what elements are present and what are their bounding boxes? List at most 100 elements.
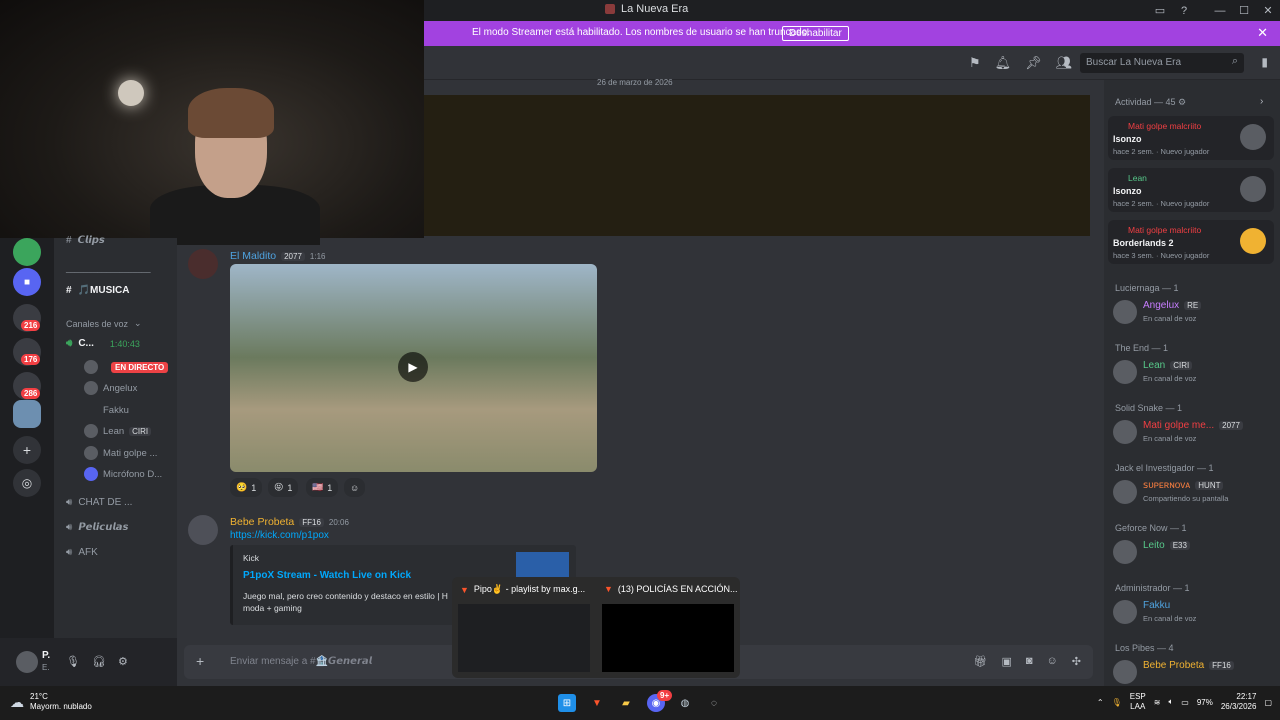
clock[interactable]: 22:17 26/3/2026 bbox=[1221, 692, 1257, 712]
notification-icon[interactable]: ▢ bbox=[1264, 698, 1272, 707]
server-icon-blue[interactable]: ■ bbox=[13, 268, 41, 296]
member-item[interactable]: Fakku En canal de voz bbox=[1113, 598, 1275, 628]
member-item[interactable]: ꜱᴜᴘᴇʀɴᴏᴠᴀ HUNT Compartiendo su pantalla bbox=[1113, 478, 1275, 508]
system-tray: ⌃ 🎙︎ ESP LAA ≋ 🔈︎ ▭ 97% 22:17 26/3/2026 ▢ bbox=[1096, 692, 1272, 712]
app-icon[interactable]: ◌ bbox=[705, 694, 723, 712]
inbox-icon[interactable]: ▮ bbox=[1261, 55, 1268, 69]
gift-icon[interactable]: 🎁︎ bbox=[974, 655, 988, 668]
add-reaction-button[interactable]: ☺ bbox=[344, 478, 366, 497]
folder-icon[interactable]: ▰ bbox=[617, 694, 635, 712]
close-icon[interactable]: ✕ bbox=[1257, 25, 1268, 41]
avatar[interactable] bbox=[16, 651, 38, 673]
voice-channel-peliculas[interactable]: 🔊︎ 𝙋𝙚𝙡𝙞𝙘𝙪𝙡𝙖𝙨 bbox=[66, 522, 128, 533]
language-indicator[interactable]: ESP LAA bbox=[1130, 692, 1146, 712]
avatar[interactable] bbox=[188, 515, 218, 545]
bell-icon[interactable]: 🔔︎ bbox=[995, 55, 1012, 71]
channel-clips[interactable]: # 𝘾𝙡𝙞𝙥𝙨 bbox=[66, 235, 105, 246]
member-item[interactable]: Mati golpe me... 2077 En canal de voz bbox=[1113, 418, 1275, 448]
voice-user[interactable]: Lean CIRI bbox=[84, 424, 152, 438]
embed-title[interactable]: P1poX Stream - Watch Live on Kick bbox=[243, 570, 411, 581]
weather-widget[interactable]: ☁ 21°C Mayorm. nublado bbox=[10, 692, 92, 712]
server-icon-3[interactable]: 286 bbox=[13, 372, 41, 400]
member-status: En canal de voz bbox=[1143, 434, 1197, 443]
apps-icon[interactable]: ✣ bbox=[1072, 655, 1081, 668]
channel-musica[interactable]: # 🎵MUSICA bbox=[66, 285, 129, 296]
disable-streamer-button[interactable]: Deshabilitar bbox=[782, 26, 849, 41]
message-time: 20:06 bbox=[328, 517, 349, 527]
discord-icon[interactable]: ◉ 9+ bbox=[647, 690, 673, 712]
compass-icon[interactable]: ◎ bbox=[13, 469, 41, 497]
member-name: Fakku bbox=[1143, 600, 1171, 611]
server-icon-current[interactable] bbox=[13, 400, 41, 428]
mic-icon[interactable]: 🎙︎ bbox=[1112, 698, 1122, 707]
close-button[interactable]: ✕ bbox=[1256, 4, 1280, 17]
mic-icon[interactable]: 🎙︎ bbox=[66, 655, 80, 668]
taskbar: ☁ 21°C Mayorm. nublado ⊞ ▼ ▰ ◉ 9+ ◍ ◌ ⌃ … bbox=[0, 686, 1280, 720]
help-icon[interactable]: ? bbox=[1172, 5, 1196, 17]
hash-icon: # bbox=[66, 235, 72, 246]
steam-icon[interactable]: ◍ bbox=[676, 694, 694, 712]
play-icon[interactable]: ▶ bbox=[398, 352, 428, 382]
threads-icon[interactable]: ⚑ bbox=[969, 55, 981, 71]
video-attachment[interactable]: ▶ bbox=[230, 264, 597, 472]
pin-icon[interactable]: 📌︎ bbox=[1025, 55, 1042, 71]
webcam-overlay bbox=[0, 0, 424, 245]
voice-user[interactable]: Mati golpe ... bbox=[84, 446, 157, 460]
member-item[interactable]: Leito E33 bbox=[1113, 538, 1275, 568]
brave-icon[interactable]: ▼ bbox=[588, 694, 606, 712]
chevron-up-icon[interactable]: ⌃ bbox=[1097, 698, 1104, 707]
battery-icon[interactable]: ▭ bbox=[1181, 698, 1189, 707]
member-status: En canal de voz bbox=[1143, 614, 1197, 623]
avatar[interactable] bbox=[188, 249, 218, 279]
members-icon[interactable]: 👥︎ bbox=[1056, 55, 1073, 71]
activity-card[interactable]: Lean Isonzo hace 2 sem. · Nuevo jugador bbox=[1108, 168, 1274, 212]
minimize-button[interactable]: — bbox=[1208, 5, 1232, 17]
voice-user[interactable]: Fakku bbox=[84, 403, 129, 417]
message-author[interactable]: Bebe Probeta bbox=[230, 516, 294, 528]
server-icon-green[interactable] bbox=[13, 238, 41, 266]
member-item[interactable]: Bebe Probeta FF16 bbox=[1113, 658, 1275, 688]
voice-channels-header[interactable]: Canales de voz ⌄ bbox=[66, 318, 142, 329]
reaction[interactable]: 😝 1 bbox=[268, 478, 299, 497]
volume-icon[interactable]: 🔈︎ bbox=[1168, 697, 1173, 707]
inbox-window-icon[interactable]: ▭ bbox=[1148, 4, 1172, 17]
preview-window[interactable]: ▼ Pipo✌️ - playlist by max.g... bbox=[452, 577, 592, 678]
message-link[interactable]: https://kick.com/p1pox bbox=[230, 530, 329, 541]
server-icon-legends[interactable]: 216 bbox=[13, 304, 41, 332]
activity-header[interactable]: Actividad — 45 ⚙ bbox=[1115, 97, 1186, 108]
reaction[interactable]: 🇺🇸 1 bbox=[306, 478, 339, 497]
voice-user[interactable]: Angelux bbox=[84, 381, 137, 395]
activity-card[interactable]: Mati golpe malcriito Borderlands 2 hace … bbox=[1108, 220, 1274, 264]
add-server-icon[interactable]: + bbox=[13, 436, 41, 464]
headphones-icon[interactable]: 🎧︎ bbox=[92, 655, 106, 668]
channel-list: # 𝘾𝙡𝙞𝙥𝙨 ___________________ # 🎵MUSICA Cana… bbox=[54, 235, 177, 638]
emoji-icon[interactable]: ☺ bbox=[1047, 655, 1058, 668]
voice-channel-chat[interactable]: 🔊︎ CHAT DE ... bbox=[66, 497, 132, 508]
embed-provider[interactable]: Kick bbox=[243, 553, 259, 563]
server-icon-2[interactable]: 176 bbox=[13, 338, 41, 366]
voice-user[interactable]: Micrófono D... bbox=[84, 467, 162, 481]
member-status: En canal de voz bbox=[1143, 314, 1197, 323]
search-input[interactable]: Buscar La Nueva Era ⌕ bbox=[1080, 53, 1244, 73]
activity-card[interactable]: Mati golpe malcriito Isonzo hace 2 sem. … bbox=[1108, 116, 1274, 160]
avatar bbox=[84, 403, 98, 417]
message-author[interactable]: El Maldito bbox=[230, 250, 276, 262]
wifi-icon[interactable]: ≋ bbox=[1154, 698, 1161, 707]
user-tag: FF16 bbox=[1209, 661, 1234, 670]
gear-icon[interactable]: ⚙ bbox=[118, 655, 128, 668]
voice-channel-active[interactable]: 🔊︎ C... 1:40:43 bbox=[66, 338, 140, 349]
reaction[interactable]: 🥺 1 bbox=[230, 478, 263, 497]
member-item[interactable]: Lean CIRI En canal de voz bbox=[1113, 358, 1275, 388]
chevron-right-icon[interactable]: › bbox=[1260, 96, 1263, 107]
add-attachment-icon[interactable]: + bbox=[196, 653, 204, 669]
start-icon[interactable]: ⊞ bbox=[558, 694, 576, 712]
gif-icon[interactable]: ▣ bbox=[1001, 655, 1011, 668]
voice-user[interactable]: EN DIRECTO bbox=[84, 360, 169, 374]
preview-window[interactable]: ▼ (13) POLICÍAS EN ACCIÓN... bbox=[596, 577, 737, 678]
sticker-icon[interactable]: ◙ bbox=[1026, 655, 1033, 668]
embed-thumbnail[interactable] bbox=[516, 552, 569, 580]
member-item[interactable]: Angelux RE En canal de voz bbox=[1113, 298, 1275, 328]
user-panel: P. E. 🎙︎ 🎧︎ ⚙ bbox=[0, 638, 177, 686]
maximize-button[interactable]: ☐ bbox=[1232, 4, 1256, 17]
voice-channel-afk[interactable]: 🔊︎ AFK bbox=[66, 547, 98, 558]
